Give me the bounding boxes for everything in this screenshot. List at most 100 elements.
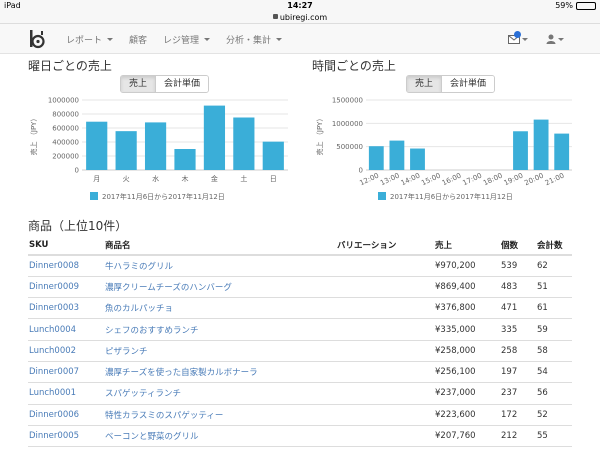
chevron-down-icon [107,37,114,41]
hourly-sales-title: 時間ごとの売上 [312,59,396,73]
table-row: Dinner0005 ベーコンと野菜のグリル ¥207,760 212 55 [28,425,572,448]
products-title: 商品（上位10件） [28,219,128,233]
y-axis-label: 売上 （JPY） [315,115,324,156]
cell-sku: Dinner0005 [28,425,104,448]
x-tick-label: 15:00 [420,172,442,188]
x-tick-label: 金 [211,174,218,183]
sku-link[interactable]: Dinner0008 [29,261,79,271]
y-tick-label: 1000000 [332,120,363,128]
chevron-down-icon [204,37,211,41]
cell-sales: ¥258,000 [434,340,500,362]
weekday-sales-button[interactable]: 売上 [121,76,156,92]
product-name-link[interactable]: 濃厚クリームチーズのハンバーグ [105,283,232,293]
cell-name: 特性カラスミのスパゲッティー [104,404,336,426]
cell-checkouts: 62 [536,255,572,277]
y-axis-label: 売上 （JPY） [29,115,38,156]
notification-badge [514,30,521,38]
column-header-quantity[interactable]: 個数 [500,236,536,256]
nav-item-3[interactable]: 分析・集計 [218,24,290,54]
cell-sku: Lunch0004 [28,318,104,341]
address-bar[interactable]: ubiregi.com [0,11,600,24]
x-tick-label: 木 [182,174,189,183]
weekday-avg-button[interactable]: 会計単価 [155,76,209,92]
bar[interactable] [513,131,528,170]
cell-sales: ¥223,600 [434,404,500,426]
clock: 14:27 [287,1,313,10]
cell-checkouts: 58 [536,340,572,362]
product-name-link[interactable]: ピザランチ [105,347,148,357]
product-name-link[interactable]: 特性カラスミのスパゲッティー [105,411,223,421]
x-tick-label: 月 [93,175,100,183]
nav-item-0[interactable]: レポート [58,24,121,54]
sku-link[interactable]: Lunch0001 [29,388,76,398]
column-header-sales[interactable]: 売上 [434,236,500,256]
legend-swatch[interactable] [378,192,386,200]
chevron-down-icon [276,37,283,41]
cell-name: 牛ハラミのグリル [104,255,336,277]
bar[interactable] [174,149,196,170]
x-tick-label: 17:00 [461,172,483,188]
sku-link[interactable]: Lunch0002 [29,346,76,356]
nav-item-label: レポート [66,35,103,46]
y-tick-label: 1500000 [332,97,363,105]
hourly-avg-button[interactable]: 会計単価 [441,76,495,92]
bar[interactable] [144,122,167,170]
user-menu[interactable] [546,34,564,44]
sku-link[interactable]: Lunch0004 [29,325,76,335]
column-header-variation[interactable]: バリエーション [336,236,434,256]
top-navbar: レポート 顧客 レジ管理 分析・集計 [0,24,600,54]
cell-sku: Lunch0002 [28,340,104,362]
bar[interactable] [389,140,405,170]
user-icon [546,34,556,44]
weekday-sales-chart: 0 200000 400000 600000 800000 1000000 売上 （JPY）… [29,97,288,201]
x-tick-label: 13:00 [379,172,401,188]
bar[interactable] [554,133,570,170]
sku-link[interactable]: Dinner0003 [29,303,79,313]
product-name-link[interactable]: ベーコンと野菜のグリル [105,432,199,442]
legend-swatch[interactable] [90,192,98,200]
bar[interactable] [115,131,137,170]
cell-quantity: 483 [500,276,536,299]
sku-link[interactable]: Dinner0006 [29,410,79,420]
x-tick-label: 20:00 [523,172,545,188]
bar[interactable] [533,119,549,170]
y-tick-label: 1000000 [48,97,79,105]
hourly-sales-button[interactable]: 売上 [407,76,442,92]
column-header-sku[interactable]: SKU [28,236,104,256]
cell-variation [336,255,434,277]
cell-sales: ¥256,100 [434,361,500,384]
table-row: Lunch0002 ピザランチ ¥258,000 258 58 [28,340,572,362]
notifications-menu[interactable] [508,30,528,44]
bar[interactable] [410,148,425,170]
sku-link[interactable]: Dinner0007 [29,367,79,377]
cell-quantity: 258 [500,340,536,362]
x-tick-label: 18:00 [482,172,504,188]
bar[interactable] [86,121,108,170]
product-name-link[interactable]: 濃厚チーズを使った自家製カルボナーラ [105,368,258,378]
product-name-link[interactable]: 牛ハラミのグリル [105,262,173,272]
product-name-link[interactable]: シェフのおすすめランチ [105,326,199,336]
bar[interactable] [233,117,255,171]
cell-quantity: 197 [500,361,536,384]
table-row: Lunch0001 スパゲッティランチ ¥237,000 237 56 [28,382,572,405]
y-tick-label: 0 [359,167,363,175]
bar[interactable] [368,146,384,170]
sku-link[interactable]: Dinner0009 [29,282,79,292]
cell-quantity: 172 [500,404,536,426]
column-header-name[interactable]: 商品名 [104,236,336,256]
y-tick-label: 600000 [52,125,79,133]
nav-item-1[interactable]: 顧客 [121,24,155,54]
sku-link[interactable]: Dinner0005 [29,431,79,441]
cell-checkouts: 54 [536,361,572,384]
product-name-link[interactable]: スパゲッティランチ [105,389,181,399]
y-tick-label: 400000 [52,139,79,147]
ubiregi-logo-icon[interactable] [28,29,46,49]
cell-sales: ¥869,400 [434,276,500,299]
bar[interactable] [262,141,284,170]
table-row: Dinner0008 牛ハラミのグリル ¥970,200 539 62 [28,255,572,277]
nav-item-2[interactable]: レジ管理 [155,24,218,54]
column-header-checkouts[interactable]: 会計数 [536,236,572,256]
product-name-link[interactable]: 魚のカルパッチョ [105,304,173,314]
x-tick-label: 14:00 [400,172,422,188]
bar[interactable] [203,105,226,170]
